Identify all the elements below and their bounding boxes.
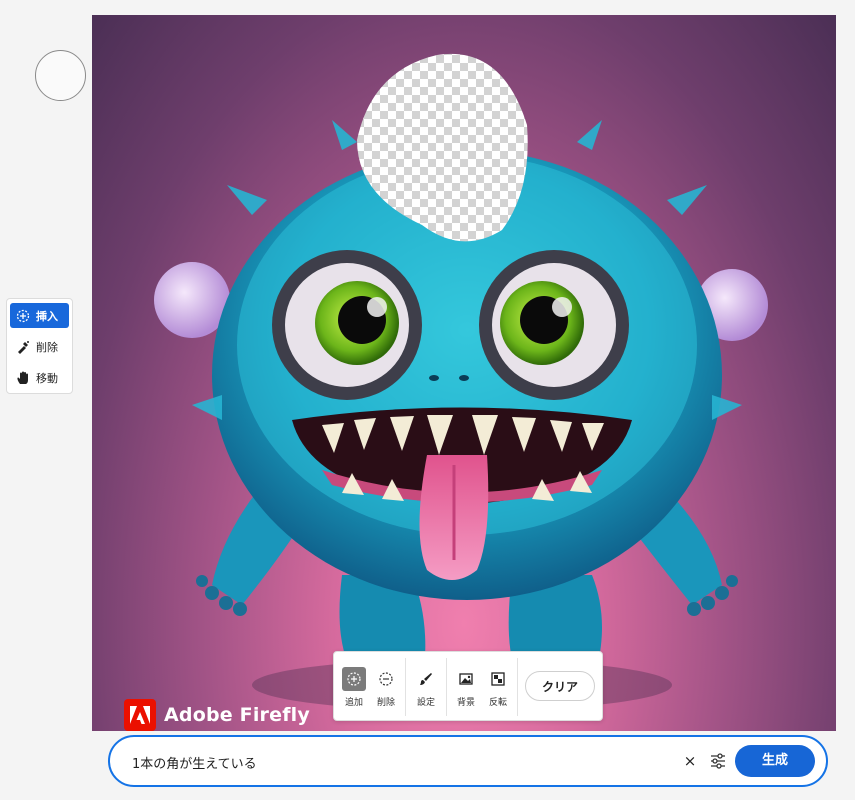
monster-image — [154, 53, 768, 711]
add-selection-button[interactable]: 追加 — [339, 652, 369, 722]
invert-icon — [486, 667, 510, 691]
brand-watermark: Adobe Firefly — [124, 699, 310, 731]
invert-selection-button[interactable]: 反転 — [483, 652, 513, 722]
insert-tool-label: 挿入 — [36, 309, 58, 323]
clear-selection-button[interactable]: クリア — [525, 671, 595, 701]
add-brush-icon — [342, 667, 366, 691]
select-background-button[interactable]: 背景 — [451, 652, 481, 722]
adobe-logo-icon — [124, 699, 156, 731]
brand-name: Adobe Firefly — [164, 704, 310, 726]
settings-sliders-icon[interactable] — [707, 750, 729, 772]
subtract-selection-button[interactable]: 削除 — [371, 652, 401, 722]
insert-tool-button[interactable]: 挿入 — [10, 303, 69, 328]
pan-tool-label: 移動 — [36, 371, 58, 385]
brush-icon — [414, 667, 438, 691]
pan-tool-button[interactable]: 移動 — [10, 365, 69, 390]
subtract-brush-icon — [374, 667, 398, 691]
image-icon — [454, 667, 478, 691]
brush-settings-label: 設定 — [416, 698, 435, 708]
prompt-input[interactable] — [130, 747, 654, 777]
clear-prompt-button[interactable]: × — [680, 750, 700, 772]
remove-tool-button[interactable]: 削除 — [10, 334, 69, 359]
remove-brush-icon — [18, 340, 29, 354]
subtract-selection-label: 削除 — [376, 698, 395, 708]
brush-mode-toolbar: 挿入 削除 移動 — [6, 298, 73, 394]
invert-selection-label: 反転 — [488, 698, 507, 708]
pan-hand-icon — [17, 371, 28, 384]
toolbar-divider — [517, 658, 518, 716]
brush-size-preview — [35, 50, 86, 101]
brush-settings-button[interactable]: 設定 — [411, 652, 441, 722]
insert-brush-icon — [16, 309, 30, 322]
remove-tool-label: 削除 — [36, 340, 58, 354]
selection-toolbar: 追加 削除 設定 背景 反転 クリア — [333, 651, 603, 721]
generate-button[interactable]: 生成 — [735, 745, 815, 777]
prompt-bar: × 生成 — [108, 735, 828, 787]
image-canvas[interactable] — [92, 15, 836, 731]
